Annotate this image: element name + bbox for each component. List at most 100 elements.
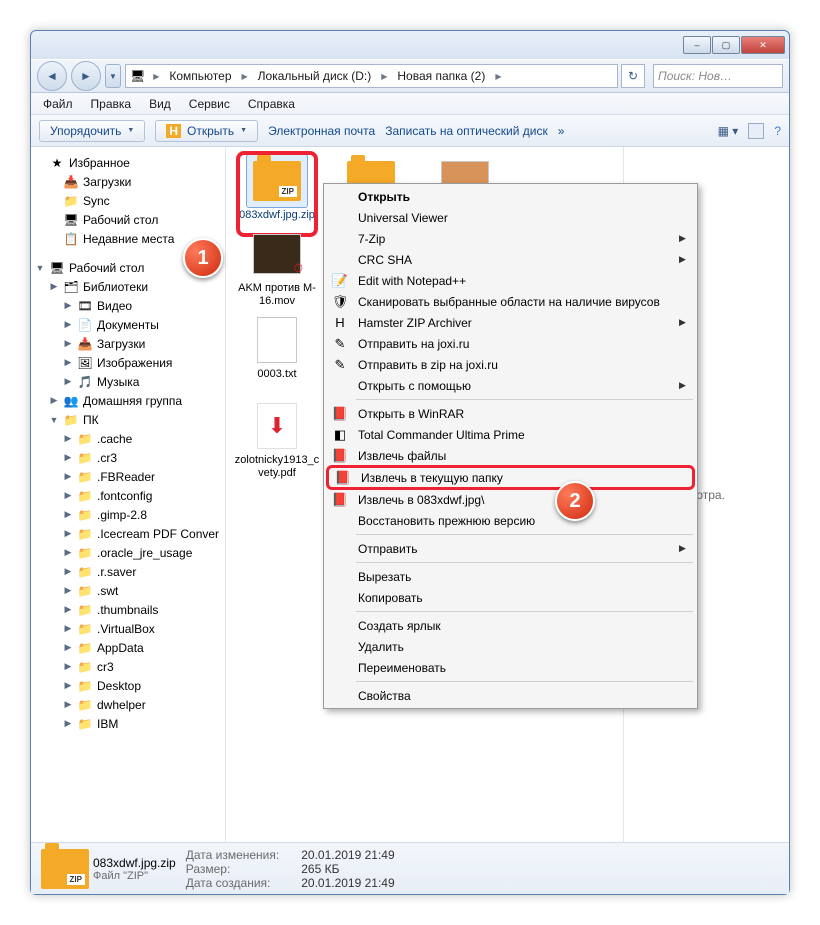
history-dropdown[interactable]: ▼ [105,64,121,88]
more-button[interactable]: » [558,124,565,138]
menu-view[interactable]: Вид [141,95,179,113]
context-menu-item[interactable]: Копировать [326,587,695,608]
sidebar-item[interactable]: .Icecream PDF Conver [97,527,219,541]
context-menu-item[interactable]: 📕Извлечь файлы [326,445,695,466]
sidebar-item[interactable]: IBM [97,717,118,731]
context-menu-item[interactable]: ✎Отправить в zip на joxi.ru [326,354,695,375]
help-icon[interactable]: ? [774,124,781,138]
menu-item-label: Переименовать [354,661,679,675]
sidebar-lib-video[interactable]: Видео [97,299,132,313]
sidebar-item[interactable]: dwhelper [97,698,146,712]
breadcrumb-seg[interactable]: Новая папка (2) [395,69,487,83]
context-menu-item[interactable]: 📕Извлечь в текущую папку [326,465,695,490]
file-item[interactable]: ⬇zolotnicky1913_cvety.pdf [234,400,320,480]
menu-tools[interactable]: Сервис [181,95,238,113]
menu-item-icon: H [326,315,354,330]
menu-item-icon: 📕 [329,470,357,486]
sidebar-favorites[interactable]: Избранное [69,156,130,170]
context-menu[interactable]: Открыть Universal Viewer7-Zip▶CRC SHA▶📝Ed… [323,183,698,709]
sidebar-item[interactable]: .thumbnails [97,603,158,617]
sidebar-item[interactable]: .fontconfig [97,489,152,503]
view-icon[interactable]: ▦ ▾ [718,124,739,138]
sidebar-item-recent[interactable]: Недавние места [83,232,174,246]
preview-pane-icon[interactable] [748,123,764,139]
sidebar-lib-downloads[interactable]: Загрузки [97,337,145,351]
sidebar-item[interactable]: .FBReader [97,470,155,484]
context-menu-item[interactable]: Удалить [326,636,695,657]
menu-item-label: Создать ярлык [354,619,679,633]
sidebar-lib-music[interactable]: Музыка [97,375,139,389]
chevron-icon: ▶ [238,72,252,81]
sidebar-libraries[interactable]: Библиотеки [83,280,148,294]
status-bar: ZIP 083xdwf.jpg.zip Файл "ZIP" Дата изме… [31,842,789,894]
context-menu-item[interactable]: Свойства [326,685,695,706]
context-menu-item[interactable]: 📕Открыть в WinRAR [326,403,695,424]
address-bar[interactable]: 🖥 ▶ Компьютер ▶ Локальный диск (D:) ▶ Но… [125,64,618,88]
sidebar-item[interactable]: .r.saver [97,565,136,579]
maximize-button[interactable]: ▢ [712,36,740,54]
context-menu-item[interactable]: 📕Извлечь в 083xdwf.jpg\ [326,489,695,510]
sidebar-item[interactable]: .VirtualBox [97,622,155,636]
organize-button[interactable]: Упорядочить▼ [39,120,145,142]
sidebar-item-desktop[interactable]: Рабочий стол [83,213,158,227]
sidebar-item-sync[interactable]: Sync [83,194,110,208]
sidebar-item[interactable]: .cache [97,432,132,446]
nav-row: ◄ ► ▼ 🖥 ▶ Компьютер ▶ Локальный диск (D:… [31,59,789,93]
sidebar-lib-images[interactable]: Изображения [97,356,172,370]
sidebar-item[interactable]: .gimp-2.8 [97,508,147,522]
context-menu-item[interactable]: CRC SHA▶ [326,249,695,270]
context-menu-item[interactable]: 🛡Сканировать выбранные области на наличи… [326,291,695,312]
folder-icon: 📁 [77,469,93,485]
context-menu-item[interactable]: Отправить▶ [326,538,695,559]
sidebar-lib-docs[interactable]: Документы [97,318,159,332]
context-menu-item[interactable]: Universal Viewer [326,207,695,228]
titlebar[interactable]: – ▢ ✕ [31,31,789,59]
menu-item-label: Открыть [354,190,679,204]
breadcrumb-seg[interactable]: Локальный диск (D:) [256,69,374,83]
file-item[interactable]: AKM против M-16.mov [234,228,320,308]
context-menu-item[interactable]: Восстановить прежнюю версию [326,510,695,531]
sidebar-item[interactable]: Desktop [97,679,141,693]
context-menu-item[interactable]: HHamster ZIP Archiver▶ [326,312,695,333]
sidebar-homegroup[interactable]: Домашняя группа [83,394,182,408]
context-menu-item[interactable]: Переименовать [326,657,695,678]
minimize-button[interactable]: – [683,36,711,54]
sidebar-item[interactable]: AppData [97,641,144,655]
forward-button[interactable]: ► [71,61,101,91]
context-menu-item[interactable]: ✎Отправить на joxi.ru [326,333,695,354]
context-menu-item[interactable]: Открыть с помощью▶ [326,375,695,396]
sidebar-desktop-root[interactable]: Рабочий стол [69,261,144,275]
breadcrumb-seg[interactable]: Компьютер [167,69,233,83]
context-menu-item[interactable]: 7-Zip▶ [326,228,695,249]
file-thumb [247,314,307,366]
burn-button[interactable]: Записать на оптический диск [385,124,548,138]
context-menu-item[interactable]: ◧Total Commander Ultima Prime [326,424,695,445]
email-button[interactable]: Электронная почта [268,124,375,138]
back-button[interactable]: ◄ [37,61,67,91]
context-menu-item[interactable]: Открыть [326,186,695,207]
file-item[interactable]: 0003.txt [234,314,320,394]
sidebar-item-downloads[interactable]: Загрузки [83,175,131,189]
sidebar-item[interactable]: .swt [97,584,118,598]
desktop-icon: 🖥 [49,260,65,276]
sidebar-pc[interactable]: ПК [83,413,99,427]
homegroup-icon: 👥 [63,393,79,409]
file-item[interactable]: ZIP083xdwf.jpg.zip [234,155,320,222]
sidebar-item[interactable]: .oracle_jre_usage [97,546,192,560]
sidebar-item[interactable]: .cr3 [97,451,117,465]
file-label: AKM против M-16.mov [234,282,320,308]
folder-icon: 📥 [77,336,93,352]
open-button[interactable]: HОткрыть▼ [155,120,258,142]
search-input[interactable]: Поиск: Нов… [653,64,783,88]
context-menu-item[interactable]: 📝Edit with Notepad++ [326,270,695,291]
context-menu-item[interactable]: Создать ярлык [326,615,695,636]
menu-file[interactable]: Файл [35,95,81,113]
file-thumb [247,228,307,280]
menu-edit[interactable]: Правка [83,95,140,113]
close-button[interactable]: ✕ [741,36,785,54]
video-icon: 🎞 [77,298,93,314]
sidebar-item[interactable]: cr3 [97,660,114,674]
refresh-button[interactable]: ↻ [621,64,645,88]
context-menu-item[interactable]: Вырезать [326,566,695,587]
menu-help[interactable]: Справка [240,95,303,113]
